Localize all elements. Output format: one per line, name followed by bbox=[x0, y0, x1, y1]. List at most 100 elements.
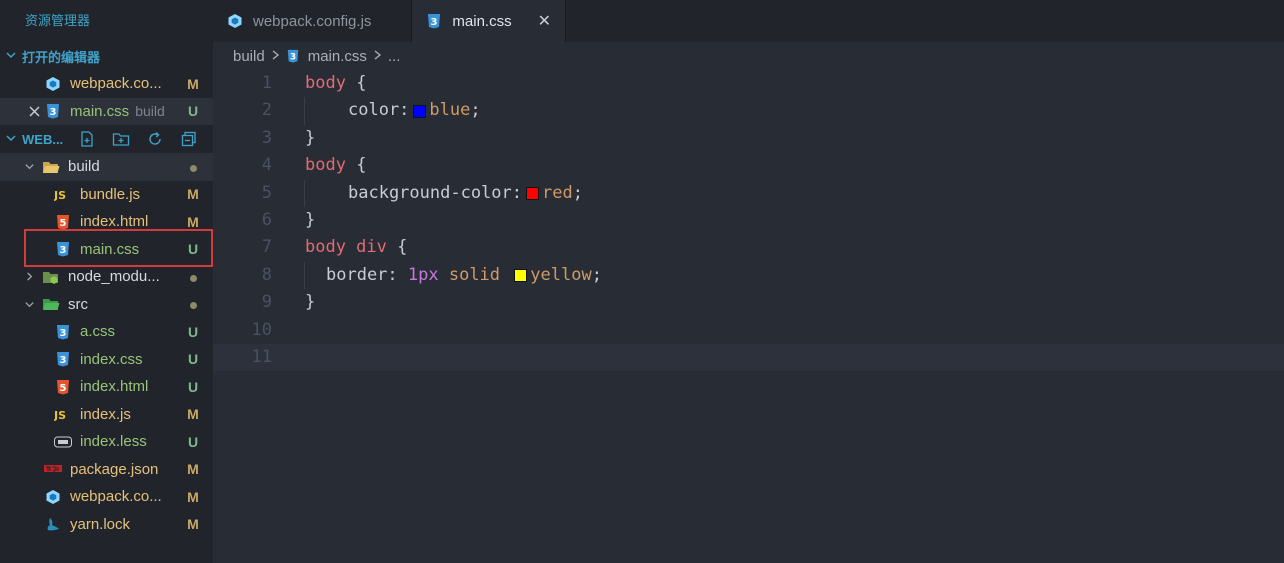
code-line: 7 body div { bbox=[213, 234, 1284, 261]
folder-name: node_modu... bbox=[68, 268, 160, 286]
git-status-badge: M bbox=[187, 516, 199, 533]
brace: { bbox=[345, 155, 367, 176]
line-number: 8 bbox=[261, 264, 272, 285]
src-folder-icon bbox=[42, 295, 60, 313]
file-name: main.css bbox=[80, 240, 140, 258]
node-folder-icon bbox=[42, 268, 60, 286]
chevron-right-icon bbox=[271, 48, 280, 65]
tree-folder-build[interactable]: build bbox=[0, 153, 213, 181]
file-name: bundle.js bbox=[80, 185, 141, 203]
tree-file-yarn-lock[interactable]: yarn.lock M bbox=[0, 511, 213, 539]
code-editor[interactable]: build 3 main.css ... 1 body { 2 color: bl… bbox=[213, 42, 1284, 563]
semicolon: ; bbox=[572, 182, 583, 203]
svg-text:3: 3 bbox=[50, 107, 57, 118]
close-icon[interactable] bbox=[26, 106, 42, 117]
css-property: background-color: bbox=[348, 182, 522, 203]
close-tab-icon[interactable]: ✕ bbox=[538, 11, 551, 31]
line-number: 6 bbox=[261, 209, 272, 230]
brace: } bbox=[305, 209, 316, 230]
tree-folder-src[interactable]: src bbox=[0, 291, 213, 319]
breadcrumb-more[interactable]: ... bbox=[388, 48, 401, 65]
new-folder-icon[interactable] bbox=[104, 130, 138, 148]
svg-text:5: 5 bbox=[60, 218, 67, 229]
tree-file-index-html[interactable]: 5 index.html M bbox=[0, 208, 213, 236]
git-status-badge: U bbox=[187, 433, 199, 450]
breadcrumb-file[interactable]: main.css bbox=[308, 48, 367, 65]
code-line: 3 } bbox=[213, 125, 1284, 152]
open-editor-item-main-css[interactable]: 3 main.css build U bbox=[0, 97, 213, 125]
css-value: blue bbox=[429, 100, 471, 121]
file-name: a.css bbox=[80, 323, 116, 341]
modified-dot-icon bbox=[173, 296, 213, 312]
tree-file-a-css[interactable]: 3 a.css U bbox=[0, 318, 213, 346]
brace: { bbox=[345, 73, 367, 93]
webpack-icon bbox=[44, 75, 62, 93]
css-file-icon: 3 bbox=[44, 102, 62, 120]
webpack-icon bbox=[44, 488, 62, 506]
folder-open-icon bbox=[42, 158, 60, 176]
folder-name: build bbox=[68, 158, 100, 176]
new-file-icon[interactable] bbox=[70, 130, 104, 148]
tree-file-bundle-js[interactable]: JS bundle.js M bbox=[0, 181, 213, 209]
git-status-badge: U bbox=[187, 241, 199, 258]
git-status-badge: U bbox=[187, 378, 199, 395]
svg-text:5: 5 bbox=[60, 383, 67, 394]
line-number: 3 bbox=[261, 127, 272, 148]
brace: { bbox=[386, 237, 408, 258]
css-file-icon: 3 bbox=[426, 13, 442, 29]
color-swatch-red[interactable] bbox=[526, 186, 539, 200]
tree-file-webpack-config[interactable]: webpack.co... M bbox=[0, 483, 213, 511]
code-line: 2 color: blue; bbox=[213, 97, 1284, 125]
file-name: webpack.co... bbox=[70, 488, 162, 506]
color-swatch-blue[interactable] bbox=[413, 104, 427, 118]
code-line: 1 body { bbox=[213, 70, 1284, 97]
code-line: 4 body { bbox=[213, 152, 1284, 179]
indent-guide bbox=[304, 97, 348, 125]
line-number: 4 bbox=[261, 155, 272, 176]
modified-dot-icon bbox=[173, 159, 213, 175]
css-number-value: 1px bbox=[407, 264, 439, 285]
breadcrumb-folder[interactable]: build bbox=[233, 48, 265, 65]
tree-file-index-js[interactable]: JS index.js M bbox=[0, 401, 213, 429]
tab-label: webpack.config.js bbox=[253, 12, 372, 30]
tree-file-index-less[interactable]: index.less U bbox=[0, 428, 213, 456]
code-line: 6 } bbox=[213, 207, 1284, 234]
breadcrumb: build 3 main.css ... bbox=[213, 42, 1284, 70]
html-file-icon: 5 bbox=[54, 213, 72, 231]
refresh-icon[interactable] bbox=[138, 130, 172, 148]
workspace-header[interactable]: WEB... bbox=[0, 125, 213, 153]
npm-icon bbox=[44, 460, 62, 478]
code-line: 9 } bbox=[213, 289, 1284, 316]
line-number: 5 bbox=[261, 182, 272, 203]
git-status-badge: U bbox=[187, 323, 199, 340]
tree-file-index-css[interactable]: 3 index.css U bbox=[0, 346, 213, 374]
open-editors-label: 打开的编辑器 bbox=[22, 49, 101, 65]
collapse-all-icon[interactable] bbox=[172, 130, 206, 148]
code-area[interactable]: 1 body { 2 color: blue; 3 } 4 body { 5 ba… bbox=[213, 70, 1284, 372]
semicolon: ; bbox=[591, 264, 602, 285]
open-editors-header[interactable]: 打开的编辑器 bbox=[0, 42, 213, 70]
chevron-down-icon bbox=[0, 132, 22, 147]
tab-main-css[interactable]: 3 main.css ✕ bbox=[412, 0, 566, 42]
tree-folder-node-modules[interactable]: node_modu... bbox=[0, 263, 213, 291]
tab-webpack-config[interactable]: webpack.config.js bbox=[213, 0, 413, 42]
workspace-label: WEB... bbox=[22, 131, 64, 147]
color-swatch-yellow[interactable] bbox=[514, 268, 528, 282]
open-editor-item-webpack-config[interactable]: webpack.co... M bbox=[0, 70, 213, 98]
tree-file-package-json[interactable]: package.json M bbox=[0, 456, 213, 484]
css-value: yellow bbox=[530, 264, 592, 285]
indent-guide bbox=[304, 261, 326, 290]
tree-file-main-css[interactable]: 3 main.css U bbox=[0, 236, 213, 264]
js-file-icon: JS bbox=[54, 405, 72, 423]
css-file-icon: 3 bbox=[54, 350, 72, 368]
git-status-badge: M bbox=[187, 488, 199, 505]
svg-text:JS: JS bbox=[54, 189, 66, 201]
file-name: index.html bbox=[80, 213, 149, 231]
chevron-down-icon bbox=[0, 49, 22, 64]
css-value: red bbox=[542, 182, 573, 203]
less-file-icon bbox=[54, 433, 72, 451]
svg-text:3: 3 bbox=[60, 245, 67, 256]
tree-file-src-index-html[interactable]: 5 index.html U bbox=[0, 373, 213, 401]
explorer-title: 资源管理器 bbox=[25, 13, 91, 28]
file-name: index.js bbox=[80, 405, 131, 423]
